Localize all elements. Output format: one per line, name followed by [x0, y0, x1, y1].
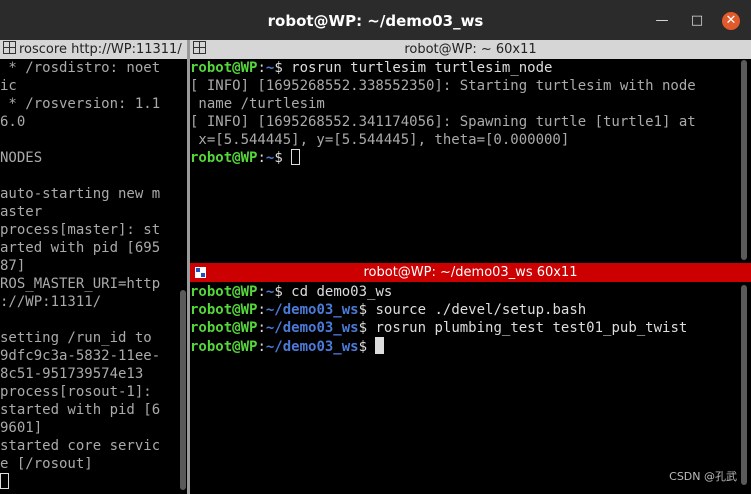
terminal-line: 8c51-951739574e13 — [0, 366, 144, 382]
terminal-line: 9dfc9c3a-5832-11ee- — [0, 348, 161, 364]
close-button[interactable]: ✕ — [722, 12, 740, 30]
terminal-line: robot@WP:~$ rosrun turtlesim turtlesim_n… — [190, 60, 553, 76]
terminal-line: 9601] — [0, 420, 43, 436]
terminal-line: ROS_MASTER_URI=http — [0, 276, 161, 292]
terminal-line: setting /run_id to — [0, 330, 152, 346]
terminal-line: NODES — [0, 150, 43, 166]
terminal-grid-icon[interactable] — [195, 267, 206, 278]
terminal-line: robot@WP:~/demo03_ws$ — [190, 337, 735, 355]
text-cursor-icon — [291, 149, 301, 165]
left-pane-title: roscore http://WP:11311/ — [19, 42, 182, 57]
top-pane-header[interactable]: robot@WP: ~ 60x11 — [190, 40, 751, 59]
terminal-line: [ INFO] [1695268552.341174056]: Spawning… — [190, 114, 696, 130]
terminal-line: 6.0 — [0, 114, 26, 130]
terminal-line: aster — [0, 204, 43, 220]
terminal-line: * /rosversion: 1.1 — [0, 96, 161, 112]
terminal-line: robot@WP:~$ cd demo03_ws — [190, 284, 393, 300]
top-terminal-pane[interactable]: robot@WP:~$ rosrun turtlesim turtlesim_n… — [190, 59, 735, 263]
terminal-line: x=[5.544445], y=[5.544445], theta=[0.000… — [190, 132, 570, 148]
terminal-line: started with pid [6 — [0, 402, 161, 418]
watermark: CSDN @孔武 — [669, 470, 737, 483]
top-pane-title: robot@WP: ~ 60x11 — [404, 42, 537, 57]
window-titlebar[interactable]: robot@WP: ~/demo03_ws — □ ✕ — [0, 0, 751, 40]
terminal-grid-icon[interactable] — [3, 41, 16, 54]
left-terminal-pane[interactable]: * /rosdistro: noet ic * /rosversion: 1.1 6… — [0, 59, 180, 494]
top-pane-scrollbar[interactable] — [741, 60, 747, 260]
terminal-window: robot@WP: ~/demo03_ws — □ ✕ roscore http… — [0, 0, 751, 494]
terminal-line: * /rosdistro: noet — [0, 60, 161, 76]
bottom-terminal-pane[interactable]: robot@WP:~$ cd demo03_ws robot@WP:~/demo… — [190, 283, 735, 494]
left-pane-scrollbar[interactable] — [180, 290, 186, 490]
terminal-line: [ INFO] [1695268552.338552350]: Starting… — [190, 78, 696, 94]
left-pane-header[interactable]: roscore http://WP:11311/ — [0, 40, 187, 59]
terminal-line: robot@WP:~/demo03_ws$ rosrun plumbing_te… — [190, 320, 688, 336]
terminal-line: 87] — [0, 258, 26, 274]
terminal-line: robot@WP:~$ — [190, 149, 735, 167]
text-cursor-icon — [375, 337, 385, 354]
bottom-pane-scrollbar[interactable] — [741, 285, 747, 485]
bottom-pane-header[interactable]: robot@WP: ~/demo03_ws 60x11 — [190, 263, 751, 282]
terminal-line: e [/rosout] — [0, 456, 93, 472]
terminal-line: process[master]: st — [0, 222, 161, 238]
bottom-pane-title: robot@WP: ~/demo03_ws 60x11 — [363, 265, 578, 280]
maximize-button[interactable]: □ — [688, 12, 706, 30]
terminal-line — [0, 473, 180, 491]
terminal-line: arted with pid [695 — [0, 240, 161, 256]
text-cursor-icon — [0, 473, 9, 489]
terminal-line: process[rosout-1]: — [0, 384, 152, 400]
terminal-line: ic — [0, 78, 17, 94]
terminal-line: ://WP:11311/ — [0, 294, 102, 310]
terminal-line: robot@WP:~/demo03_ws$ source ./devel/set… — [190, 302, 587, 318]
minimize-button[interactable]: — — [653, 12, 671, 30]
terminal-line: started core servic — [0, 438, 161, 454]
terminal-line: name /turtlesim — [190, 96, 325, 112]
window-title: robot@WP: ~/demo03_ws — [267, 12, 484, 30]
terminal-line: auto-starting new m — [0, 186, 161, 202]
